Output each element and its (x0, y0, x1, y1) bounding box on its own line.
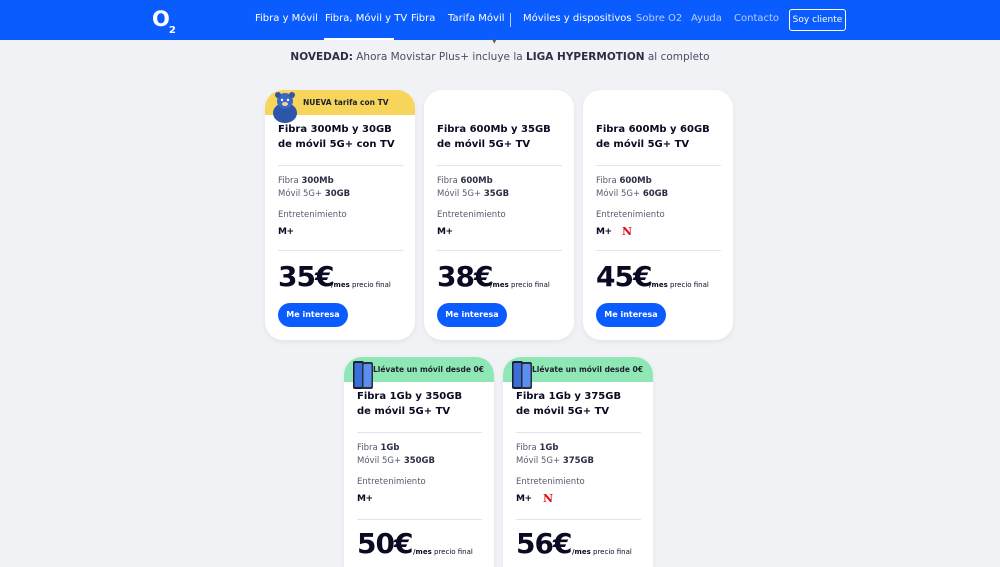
me-interesa-button[interactable]: Me interesa (437, 303, 507, 327)
tariff-card: Llévate un móvil desde 0€ Fibra 1Gb y 35… (344, 357, 494, 567)
card-specs: Fibra 300Mb Móvil 5G+ 30GB (278, 176, 351, 199)
netflix-icon: N (622, 225, 633, 238)
movistar-plus-icon: M+ (437, 227, 453, 237)
nav-tarifa-movil[interactable]: Tarifa Móvil (448, 13, 505, 24)
nav-active-indicator (324, 38, 394, 40)
card-specs: Fibra 600Mb Móvil 5G+ 35GB (437, 176, 510, 199)
nav-fibra-movil-tv[interactable]: Fibra, Móvil y TV (325, 13, 407, 24)
announcement-prefix: NOVEDAD: (290, 51, 353, 63)
divider (278, 165, 403, 166)
entertainment-label: Entretenimiento (596, 210, 665, 220)
tariff-card: Fibra 600Mb y 60GB de móvil 5G+ TV Fibra … (583, 90, 733, 340)
price-value: 38€ (437, 260, 493, 293)
divider (437, 250, 562, 251)
card-title: Fibra 600Mb y 35GB de móvil 5G+ TV (437, 124, 551, 150)
nav-fibra[interactable]: Fibra (411, 13, 435, 24)
entertainment-label: Entretenimiento (516, 477, 585, 487)
card-badge: Llévate un móvil desde 0€ (373, 365, 484, 374)
price-per-month: /mes precio final (490, 281, 550, 289)
price-per-month: /mes precio final (572, 548, 632, 556)
nav-moviles-dispositivos[interactable]: Móviles y dispositivos (523, 13, 632, 24)
divider (516, 432, 641, 433)
card-badge-bar: Llévate un móvil desde 0€ (344, 357, 494, 389)
nav-contacto[interactable]: Contacto (734, 13, 779, 24)
divider (437, 165, 562, 166)
divider (596, 165, 721, 166)
card-specs: Fibra 600Mb Móvil 5G+ 60GB (596, 176, 669, 199)
divider (357, 519, 482, 520)
soy-cliente-button[interactable]: Soy cliente (789, 9, 846, 31)
card-badge: NUEVA tarifa con TV (303, 98, 389, 107)
divider (278, 250, 403, 251)
chevron-down-icon[interactable]: ▼ (492, 38, 497, 45)
o2-logo[interactable]: O2 (152, 7, 176, 36)
price-value: 56€ (516, 527, 572, 560)
nav-separator (510, 13, 511, 27)
tariff-card: Fibra 600Mb y 35GB de móvil 5G+ TV Fibra … (424, 90, 574, 340)
tariff-card: NUEVA tarifa con TV Fibra 300Mb y 30GB de… (265, 90, 415, 340)
price-value: 50€ (357, 527, 413, 560)
announcement-text: Ahora Movistar Plus+ incluye la (356, 51, 523, 63)
card-badge-bar: Llévate un móvil desde 0€ (503, 357, 653, 389)
movistar-plus-icon: M+ (516, 494, 532, 504)
nav-ayuda[interactable]: Ayuda (691, 13, 722, 24)
announcement-banner: NOVEDAD: Ahora Movistar Plus+ incluye la… (0, 51, 1000, 63)
price-value: 45€ (596, 260, 652, 293)
nav-fibra-y-movil[interactable]: Fibra y Móvil (255, 13, 318, 24)
divider (596, 250, 721, 251)
top-nav-bar: O2 Fibra y Móvil Fibra, Móvil y TV Fibra… (0, 0, 1000, 40)
card-specs: Fibra 1Gb Móvil 5G+ 350GB (357, 443, 436, 466)
entertainment-label: Entretenimiento (357, 477, 426, 487)
movistar-plus-icon: M+ (278, 227, 294, 237)
nav-sobre-o2[interactable]: Sobre O2 (636, 13, 682, 24)
card-specs: Fibra 1Gb Móvil 5G+ 375GB (516, 443, 595, 466)
entertainment-label: Entretenimiento (437, 210, 506, 220)
card-title: Fibra 1Gb y 375GB de móvil 5G+ TV (516, 391, 622, 417)
entertainment-label: Entretenimiento (278, 210, 347, 220)
price-per-month: /mes precio final (331, 281, 391, 289)
card-title: Fibra 300Mb y 30GB de móvil 5G+ con TV (278, 124, 395, 150)
card-title: Fibra 1Gb y 350GB de móvil 5G+ TV (357, 391, 463, 417)
netflix-icon: N (543, 492, 554, 505)
card-badge-bar (424, 90, 574, 115)
divider (357, 432, 482, 433)
tariff-card: Llévate un móvil desde 0€ Fibra 1Gb y 37… (503, 357, 653, 567)
price-per-month: /mes precio final (649, 281, 709, 289)
price-per-month: /mes precio final (413, 548, 473, 556)
movistar-plus-icon: M+ (596, 227, 612, 237)
movistar-plus-icon: M+ (357, 494, 373, 504)
me-interesa-button[interactable]: Me interesa (278, 303, 348, 327)
card-badge-bar: NUEVA tarifa con TV (265, 90, 415, 123)
card-badge-bar (583, 90, 733, 115)
price-value: 35€ (278, 260, 334, 293)
announcement-highlight: LIGA HYPERMOTION (526, 51, 645, 63)
bear-mascot-icon (273, 92, 297, 123)
announcement-suffix: al completo (647, 51, 710, 63)
card-title: Fibra 600Mb y 60GB de móvil 5G+ TV (596, 124, 710, 150)
me-interesa-button[interactable]: Me interesa (596, 303, 666, 327)
divider (516, 519, 641, 520)
card-badge: Llévate un móvil desde 0€ (532, 365, 643, 374)
